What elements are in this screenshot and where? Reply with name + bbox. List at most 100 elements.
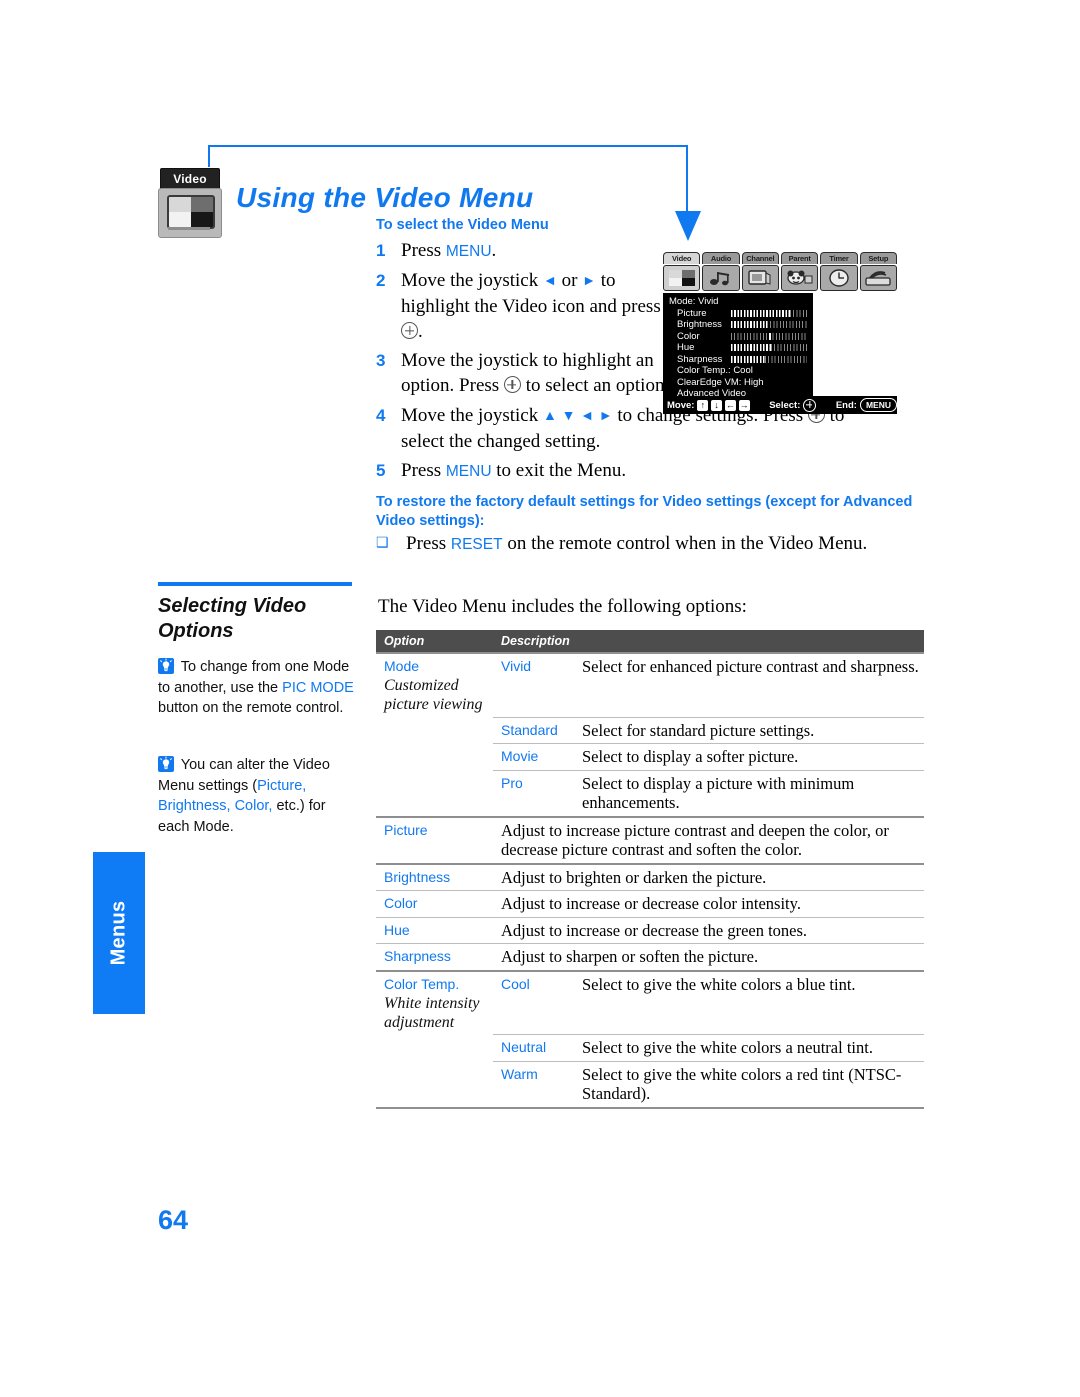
row-description: Select to display a picture with minimum… <box>574 769 924 817</box>
osd-gauge-brightness[interactable] <box>731 321 807 329</box>
step-3: 3 Move the joystick to highlight an opti… <box>376 348 676 398</box>
callout-rule-right-stem <box>686 145 688 215</box>
osd-channel-icon[interactable] <box>741 265 779 291</box>
step-text: Move the joystick to highlight an option… <box>401 350 670 396</box>
osd-row-hue[interactable]: Hue <box>669 342 809 354</box>
chapter-icon-label: Video <box>173 172 207 186</box>
row-option: Brightness <box>384 868 451 885</box>
arrow-right-icon: ► <box>582 274 596 289</box>
osd-timer-icon[interactable] <box>820 265 858 291</box>
osd-color-temp-line[interactable]: Color Temp.: Cool <box>669 365 809 377</box>
keyword-reset: RESET <box>450 536 503 553</box>
osd-key-down-icon[interactable]: ↓ <box>711 399 722 411</box>
row-description: Select for standard picture settings. <box>574 716 924 744</box>
osd-row-label: Sharpness <box>677 353 723 365</box>
row-option: Picture <box>384 821 428 838</box>
callout-rule-left-tick <box>208 145 210 167</box>
restore-text: Press RESET on the remote control when i… <box>406 531 867 558</box>
arrow-up-icon: ▲ <box>542 409 557 424</box>
chapter-video-icon: Video <box>158 168 222 238</box>
table-row: Movie Select to display a softer picture… <box>376 743 924 770</box>
tip-1-text-b: button on the remote control. <box>158 700 344 716</box>
osd-gauge-hue[interactable] <box>731 344 807 352</box>
osd-audio-icon[interactable] <box>702 265 740 291</box>
step-1: 1 Press MENU. <box>376 238 676 264</box>
osd-setup-icon[interactable] <box>859 265 897 291</box>
row-value: Vivid <box>501 658 532 674</box>
restore-bullet-item: ❑ Press RESET on the remote control when… <box>376 531 921 558</box>
arrow-down-icon: ▼ <box>561 409 576 424</box>
step-text: Press MENU to exit the Menu. <box>401 458 881 484</box>
table-row: Color Adjust to increase or decrease col… <box>376 890 924 917</box>
select-plus-icon <box>503 376 521 393</box>
tv-osd-screenshot: Video Audio Channel Parent Timer Setup M… <box>663 252 897 404</box>
osd-video-icon[interactable] <box>663 265 701 291</box>
osd-icon-strip <box>663 265 897 291</box>
osd-gauge-color[interactable] <box>731 332 807 340</box>
chapter-side-tab: Menus <box>93 852 145 1014</box>
callout-rule-horizontal <box>208 145 688 147</box>
table-row: Picture Adjust to increase picture contr… <box>376 815 924 864</box>
row-value: Neutral <box>501 1039 547 1055</box>
osd-gauge-sharpness[interactable] <box>731 355 807 363</box>
osd-tab-setup[interactable]: Setup <box>859 252 897 264</box>
row-value: Warm <box>501 1065 538 1082</box>
restore-text-before: Press <box>406 533 451 554</box>
osd-row-label: Hue <box>677 342 695 353</box>
keyword-menu: MENU <box>445 463 492 480</box>
step-text-after: to exit the Menu. <box>491 460 627 481</box>
procedure-steps-narrow: 1 Press MENU. 2 Move the joystick ◄ or ►… <box>376 238 676 402</box>
osd-row-label: Color <box>677 330 700 342</box>
row-description: Adjust to brighten or darken the picture… <box>493 862 924 891</box>
tip-bulb-icon <box>158 756 174 772</box>
section-title: Selecting Video Options <box>158 595 307 642</box>
table-row: Mode Customized picture viewing Vivid Se… <box>376 652 924 717</box>
osd-footer-bar-wrapper: Move: ↑ ↓ ← → Select: End: MENU <box>663 393 897 414</box>
step-number: 2 <box>376 271 386 290</box>
osd-row-sharpness[interactable]: Sharpness <box>669 354 809 366</box>
osd-key-up-icon[interactable]: ↑ <box>697 399 709 411</box>
osd-row-picture[interactable]: Picture <box>669 308 809 320</box>
row-value: Standard <box>501 721 558 738</box>
step-text-after: . <box>491 240 497 261</box>
osd-tab-video[interactable]: Video <box>663 252 701 264</box>
row-value: Pro <box>501 774 523 791</box>
osd-row-label: Picture <box>677 307 707 319</box>
chapter-icon-screen <box>167 195 215 229</box>
step-number: 1 <box>376 241 386 260</box>
step-number: 4 <box>376 406 386 425</box>
osd-key-left-icon[interactable]: ← <box>724 399 736 411</box>
procedure-heading: To select the Video Menu <box>376 217 549 233</box>
callout-arrowhead-icon <box>675 211 701 241</box>
osd-key-right-icon[interactable]: → <box>738 399 750 411</box>
osd-tab-parent[interactable]: Parent <box>780 252 819 264</box>
row-description: Select to display a softer picture. <box>574 743 924 770</box>
restore-text-after: on the remote control when in the Video … <box>502 533 868 554</box>
osd-tab-audio[interactable]: Audio <box>702 252 740 264</box>
tip-1-keyword: PIC MODE <box>282 679 354 696</box>
table-row: Standard Select for standard picture set… <box>376 716 924 744</box>
osd-gauge-picture[interactable] <box>731 309 807 317</box>
step-number: 3 <box>376 351 386 370</box>
osd-select-label: Select: <box>769 399 801 411</box>
row-description: Adjust to increase picture contrast and … <box>493 815 924 864</box>
tip-1: To change from one Mode to another, use … <box>158 657 354 719</box>
row-option: Color <box>384 895 418 911</box>
osd-clearedge-line[interactable]: ClearEdge VM: High <box>669 377 809 389</box>
osd-tab-channel[interactable]: Channel <box>741 252 779 264</box>
osd-row-color[interactable]: Color <box>669 331 809 343</box>
osd-parent-icon[interactable] <box>780 265 819 291</box>
osd-end-label: End: <box>835 399 857 411</box>
row-description: Adjust to sharpen or soften the picture. <box>493 943 924 971</box>
table-row: Neutral Select to give the white colors … <box>376 1034 924 1061</box>
table-row: Brightness Adjust to brighten or darken … <box>376 862 924 891</box>
osd-row-label: Brightness <box>677 319 722 330</box>
chapter-side-tab-label: Menus <box>107 900 130 966</box>
row-description: Select to give the white colors a red ti… <box>574 1060 924 1109</box>
osd-row-brightness[interactable]: Brightness <box>669 319 809 331</box>
row-description: Adjust to increase or decrease color int… <box>493 890 924 917</box>
osd-tab-timer[interactable]: Timer <box>820 252 858 264</box>
row-description: Select to give the white colors a blue t… <box>574 969 924 1035</box>
osd-end-menu-key[interactable]: MENU <box>859 398 897 412</box>
osd-move-label: Move: <box>667 399 695 411</box>
